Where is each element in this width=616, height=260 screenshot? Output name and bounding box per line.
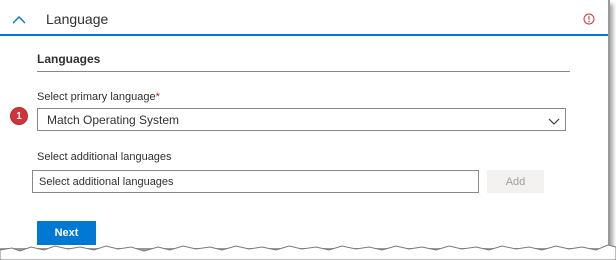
- add-button[interactable]: Add: [487, 170, 544, 193]
- primary-language-label: Select primary language*: [37, 91, 160, 103]
- section-title: Language: [46, 11, 109, 27]
- required-marker: *: [155, 91, 160, 103]
- divider: [37, 71, 570, 72]
- primary-language-value: Match Operating System: [47, 113, 180, 127]
- warning-circle-icon: [583, 12, 595, 25]
- step-badge: 1: [11, 108, 27, 124]
- torn-edge: [0, 244, 616, 260]
- chevron-up-icon[interactable]: [6, 6, 32, 32]
- section-header[interactable]: Language: [0, 0, 608, 36]
- primary-language-label-text: Select primary language: [37, 91, 156, 103]
- primary-language-dropdown[interactable]: Match Operating System: [37, 108, 566, 131]
- chevron-down-icon: [548, 114, 560, 126]
- language-settings-panel: Language Languages Select primary langua…: [0, 0, 610, 250]
- additional-languages-input[interactable]: [32, 170, 479, 193]
- additional-languages-label: Select additional languages: [37, 151, 172, 163]
- languages-heading: Languages: [37, 52, 101, 66]
